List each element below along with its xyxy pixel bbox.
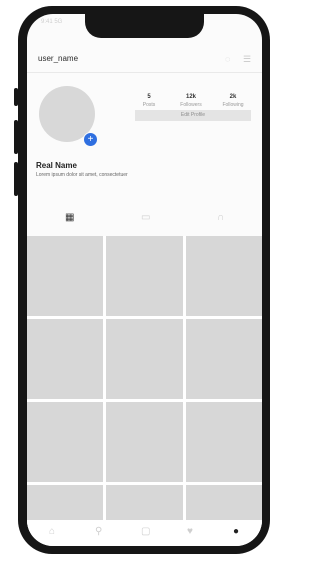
stat-following-value: 2k — [229, 94, 237, 100]
top-bar: user_name ◌ ☰ — [27, 52, 262, 73]
menu-icon[interactable]: ☰ — [243, 54, 251, 65]
stat-followers[interactable]: 12k Followers — [171, 94, 211, 108]
reels-icon[interactable]: ▭ — [141, 212, 150, 223]
post-tile[interactable] — [106, 402, 183, 482]
bottom-nav: ⌂ ⚲ ▢ ♥ ● — [27, 520, 262, 546]
real-name: Real Name — [36, 161, 77, 170]
stat-posts-label: Posts — [142, 102, 156, 108]
stat-following[interactable]: 2k Following — [213, 94, 253, 108]
likes-icon[interactable]: ♥ — [187, 526, 193, 537]
stat-posts-value: 5 — [147, 94, 151, 100]
side-button — [14, 120, 18, 154]
post-tile[interactable] — [27, 402, 104, 482]
bio: Lorem ipsum dolor sit amet, consectetuer — [36, 172, 128, 178]
profile-tabs: ▦ ▭ ∩ — [27, 210, 262, 230]
status-bar: 9:41 5G — [41, 19, 63, 25]
search-icon[interactable]: ⚲ — [95, 526, 102, 537]
home-icon[interactable]: ⌂ — [49, 526, 55, 537]
add-story-icon[interactable]: + — [83, 132, 98, 147]
stat-followers-value: 12k — [185, 94, 196, 100]
add-icon[interactable]: ◌ — [225, 54, 230, 64]
phone-screen: 9:41 5G user_name ◌ ☰ + 5 Posts 12k Foll… — [27, 14, 262, 546]
post-tile[interactable] — [106, 236, 183, 316]
edit-profile-button[interactable]: Edit Profile — [135, 110, 251, 121]
stat-posts[interactable]: 5 Posts — [129, 94, 169, 108]
post-tile[interactable] — [185, 402, 262, 482]
post-tile[interactable] — [106, 319, 183, 399]
profile-icon[interactable]: ● — [233, 526, 239, 537]
stat-followers-label: Followers — [180, 102, 202, 108]
side-button — [14, 162, 18, 196]
tagged-icon[interactable]: ∩ — [217, 212, 224, 223]
post-tile[interactable] — [185, 236, 262, 316]
posts-grid — [27, 236, 262, 546]
post-tile[interactable] — [27, 319, 104, 399]
post-tile[interactable] — [27, 236, 104, 316]
post-tile[interactable] — [185, 319, 262, 399]
side-button — [14, 88, 18, 106]
notch — [85, 14, 204, 38]
add-post-icon[interactable]: ▢ — [141, 526, 150, 537]
stat-following-label: Following — [222, 102, 244, 108]
username[interactable]: user_name — [38, 54, 78, 63]
grid-icon[interactable]: ▦ — [65, 212, 74, 223]
